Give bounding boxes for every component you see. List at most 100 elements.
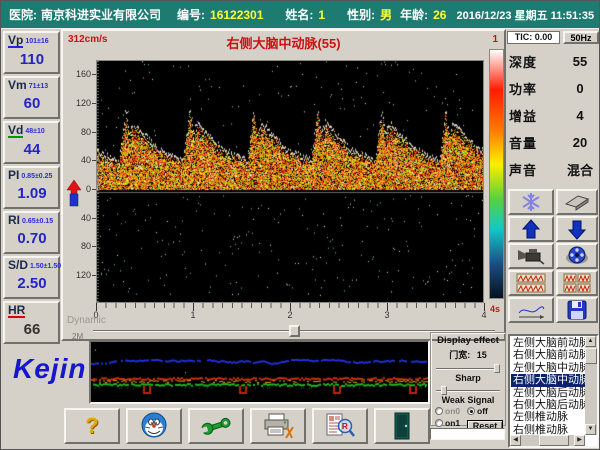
vessel-items: 左侧大脑前动脉 右侧大脑前动脉 左侧大脑中动脉 右侧大脑中动脉 左侧大脑后动脉 右侧大脑后… <box>511 337 585 435</box>
trend-curve-button[interactable] <box>508 297 554 323</box>
param-row: 音量 20 <box>509 129 599 156</box>
baseline-marker[interactable] <box>66 178 82 208</box>
radio-on0-label: on0 <box>445 406 461 416</box>
x-axis-tick-label: 1 <box>190 310 196 320</box>
patient-name-value: 1 <box>318 7 326 22</box>
measurement-label: Vp <box>8 33 24 48</box>
horizontal-scroll-thumb[interactable] <box>539 435 569 446</box>
erase-button[interactable] <box>556 189 598 215</box>
y-axis-tick-label: 120 <box>75 98 91 108</box>
measurement-value: 0.70 <box>17 230 47 247</box>
radio-off[interactable]: off <box>467 406 503 416</box>
help-button[interactable]: ? <box>64 408 120 444</box>
measurement-value: 2.50 <box>17 275 47 292</box>
scroll-right-button[interactable]: ▶ <box>574 435 585 446</box>
measurement-cell: Vm 71±13 60 <box>3 76 60 119</box>
vessel-listbox: 左侧大脑前动脉 右侧大脑前动脉 左侧大脑中动脉 右侧大脑中动脉 左侧大脑后动脉 右侧大脑后… <box>508 334 599 448</box>
measurement-cell: Vp 101±16 110 <box>3 31 60 74</box>
vessel-item[interactable]: 左侧大脑前动脉 <box>511 337 585 349</box>
radio-off-circle[interactable] <box>467 407 475 415</box>
mmode-canvas <box>91 342 428 402</box>
setup-button[interactable] <box>188 408 244 444</box>
sharp-slider[interactable] <box>436 386 500 395</box>
tic-display: TIC: 0.00 <box>507 31 560 44</box>
x-axis-labels: 01234 <box>93 310 486 320</box>
param-list: 深度 55 功率 0 增益 4 音量 20 声音 混合 <box>509 48 599 183</box>
gate-width-label: 门宽: <box>449 350 471 360</box>
save-button[interactable] <box>556 297 598 323</box>
patient-id-value: 16122301 <box>210 7 264 22</box>
cine-loop-button[interactable] <box>556 243 598 269</box>
radio-on1-circle[interactable] <box>435 419 443 427</box>
vessel-item[interactable]: 右侧椎动脉 <box>511 424 585 435</box>
spectrum-canvas <box>97 61 483 302</box>
vessel-vertical-scrollbar[interactable]: ▲ ▼ <box>585 336 597 435</box>
camera-icon <box>518 249 545 265</box>
vessel-item[interactable]: 左侧大脑后动脉 <box>511 387 585 399</box>
param-value: 混合 <box>566 163 593 178</box>
slider-thumb[interactable] <box>289 325 300 337</box>
param-label: 增益 <box>509 109 538 124</box>
patient-info-bar: 医院: 南京科进实业有限公司 编号: 16122301 姓名: 1 性别: 男 … <box>1 1 599 29</box>
baseline-blue-block-icon <box>69 193 79 207</box>
y-axis-tick-label: 160 <box>75 69 91 79</box>
scroll-down-button[interactable]: ▼ <box>585 424 596 435</box>
x-axis-tick-label: 2 <box>287 310 293 320</box>
freeze-button[interactable] <box>508 189 554 215</box>
vessel-item[interactable]: 左侧椎动脉 <box>511 411 585 423</box>
measurement-reference: 101±16 <box>25 38 49 45</box>
gate-width-slider[interactable] <box>436 364 500 373</box>
gender-value: 男 <box>380 8 393 22</box>
measurement-label: PI <box>8 168 20 182</box>
scale-up-button[interactable] <box>508 216 554 242</box>
measurement-reference: 0.65±0.15 <box>22 218 54 225</box>
mascot-button[interactable] <box>126 408 182 444</box>
radio-on0-circle[interactable] <box>435 407 443 415</box>
record-button[interactable] <box>508 243 554 269</box>
single-trace-view-button[interactable] <box>508 270 554 296</box>
colorbar-top-label: 1 <box>492 34 498 45</box>
radio-on1[interactable]: on1 <box>435 418 467 428</box>
printer-icon <box>264 413 294 439</box>
slider-thumb[interactable] <box>441 386 447 395</box>
param-row: 功率 0 <box>509 75 599 102</box>
param-value: 4 <box>576 108 584 123</box>
freeze-icon <box>522 193 540 211</box>
measurement-list: Vp 101±16 110 Vm 71±13 60 Vd 48±10 44 PI 0.85±0.25… <box>3 31 61 346</box>
measurement-cell: S/D 1.50±1.50 2.50 <box>3 256 61 299</box>
slider-thumb[interactable] <box>494 364 500 373</box>
vertical-scroll-thumb[interactable] <box>585 348 597 364</box>
vessel-item[interactable]: 右侧大脑后动脉 <box>511 399 585 411</box>
vessel-title: 右侧大脑中动脉(55) <box>226 36 341 51</box>
radio-on0[interactable]: on0 <box>435 406 467 416</box>
param-value: 20 <box>572 135 588 150</box>
multi-trace-view-button[interactable] <box>556 270 598 296</box>
vessel-item[interactable]: 右侧大脑中动脉 <box>511 374 585 387</box>
eraser-icon <box>564 195 590 211</box>
gate-width-value: 15 <box>476 350 487 360</box>
trend-curve-icon <box>518 306 545 319</box>
mmode-strip-display <box>89 340 430 404</box>
y-axis-tick-label: 40 <box>80 155 91 165</box>
x-axis-tick-label: 3 <box>384 310 390 320</box>
measurement-label: S/D <box>8 258 29 272</box>
measurement-label: Vm <box>8 78 27 92</box>
print-button[interactable] <box>250 408 306 444</box>
scale-down-button[interactable] <box>556 216 598 242</box>
bottom-toolbar: ? R <box>64 408 430 444</box>
measurement-value: 60 <box>23 95 41 112</box>
exit-button[interactable] <box>374 408 430 444</box>
vessel-horizontal-scrollbar[interactable]: ◀ ▶ <box>510 435 585 446</box>
vessel-item[interactable]: 左侧大脑中动脉 <box>511 362 585 374</box>
tcd-application-window: 医院: 南京科进实业有限公司 编号: 16122301 姓名: 1 性别: 男 … <box>0 0 600 450</box>
radio-off-label: off <box>477 406 488 416</box>
brand-logo: Kejin <box>13 353 87 384</box>
hospital-name: 南京科进实业有限公司 <box>41 8 162 22</box>
scroll-up-button[interactable]: ▲ <box>585 336 596 347</box>
intensity-colorbar <box>489 49 504 299</box>
frequency-button[interactable]: 50Hz <box>563 31 599 44</box>
scroll-left-button[interactable]: ◀ <box>510 435 521 446</box>
report-button[interactable]: R <box>312 408 368 444</box>
vessel-item[interactable]: 右侧大脑前动脉 <box>511 349 585 361</box>
measurement-reference: 71±13 <box>28 83 49 90</box>
